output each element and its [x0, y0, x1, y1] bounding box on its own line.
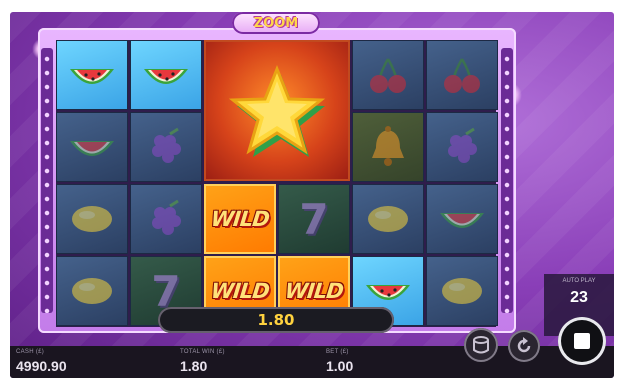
- reel-cell-cherry: [426, 40, 498, 110]
- reel-cell-big-star: [204, 40, 350, 181]
- reel-cell-lemon: [426, 256, 498, 326]
- stop-autoplay-button[interactable]: [558, 317, 606, 365]
- seven-symbol: 7: [299, 194, 329, 244]
- cash-value: 4990.90: [16, 358, 67, 374]
- lemon-icon: [72, 206, 112, 232]
- bell-icon: [372, 126, 404, 166]
- total-win-value: 1.80: [180, 358, 208, 374]
- watermelon-icon: [366, 285, 410, 300]
- right-rail: [501, 48, 513, 313]
- watermelon-icon: [144, 69, 188, 84]
- cash-label: CASH (£): [16, 349, 45, 355]
- watermelon-icon: [70, 141, 114, 156]
- lemon-icon: [368, 206, 408, 232]
- autoplay-count: 23: [570, 289, 588, 306]
- replay-button[interactable]: [508, 330, 540, 362]
- star-icon: [228, 64, 326, 157]
- reel-cell-cherry: [352, 40, 424, 110]
- total-win-label: TOTAL WIN (£): [180, 349, 225, 355]
- reel-cell-watermelon: [426, 184, 498, 254]
- bet-settings-button[interactable]: [464, 328, 498, 362]
- reel-grid: WILD 7 WILD WILD 7: [56, 40, 498, 327]
- reel-cell-lemon: [352, 184, 424, 254]
- replay-icon: [517, 337, 531, 353]
- reel-cell-grape: [130, 112, 202, 182]
- cherry-icon: [444, 58, 480, 93]
- game-screen: WILD 7 WILD WILD 7 ZOOM 1.80 AUTO PLAY 2…: [10, 12, 614, 378]
- watermelon-icon: [440, 213, 484, 228]
- left-rail: [41, 48, 53, 313]
- reel-cell-seven: 7: [278, 184, 350, 254]
- win-display: 1.80: [158, 307, 394, 333]
- reel-cell-lemon: [56, 184, 128, 254]
- reel-cell-watermelon: [56, 112, 128, 182]
- grape-icon: [152, 199, 181, 235]
- autoplay-label: AUTO PLAY: [562, 278, 596, 284]
- lemon-icon: [72, 278, 112, 304]
- reel-cell-watermelon: [56, 40, 128, 110]
- grape-icon: [448, 127, 477, 163]
- reel-cell-grape: [426, 112, 498, 182]
- watermelon-icon: [70, 69, 114, 84]
- reel-cell-wild: WILD: [204, 184, 276, 254]
- wild-symbol: WILD: [209, 279, 271, 303]
- reel-cell-bell: [352, 112, 424, 182]
- stop-icon: [574, 333, 590, 349]
- bet-label: BET (£): [326, 349, 349, 355]
- game-logo: ZOOM: [232, 12, 320, 34]
- bet-value: 1.00: [326, 358, 354, 374]
- wild-symbol: WILD: [283, 279, 345, 303]
- reel-frame: WILD 7 WILD WILD 7: [38, 28, 516, 333]
- reel-cell-watermelon: [130, 40, 202, 110]
- reel-cell-grape: [130, 184, 202, 254]
- lemon-icon: [442, 278, 482, 304]
- coin-stack-icon: [473, 336, 489, 354]
- grape-icon: [152, 127, 181, 163]
- cherry-icon: [370, 58, 406, 93]
- reel-cell-lemon: [56, 256, 128, 326]
- wild-symbol: WILD: [209, 207, 271, 231]
